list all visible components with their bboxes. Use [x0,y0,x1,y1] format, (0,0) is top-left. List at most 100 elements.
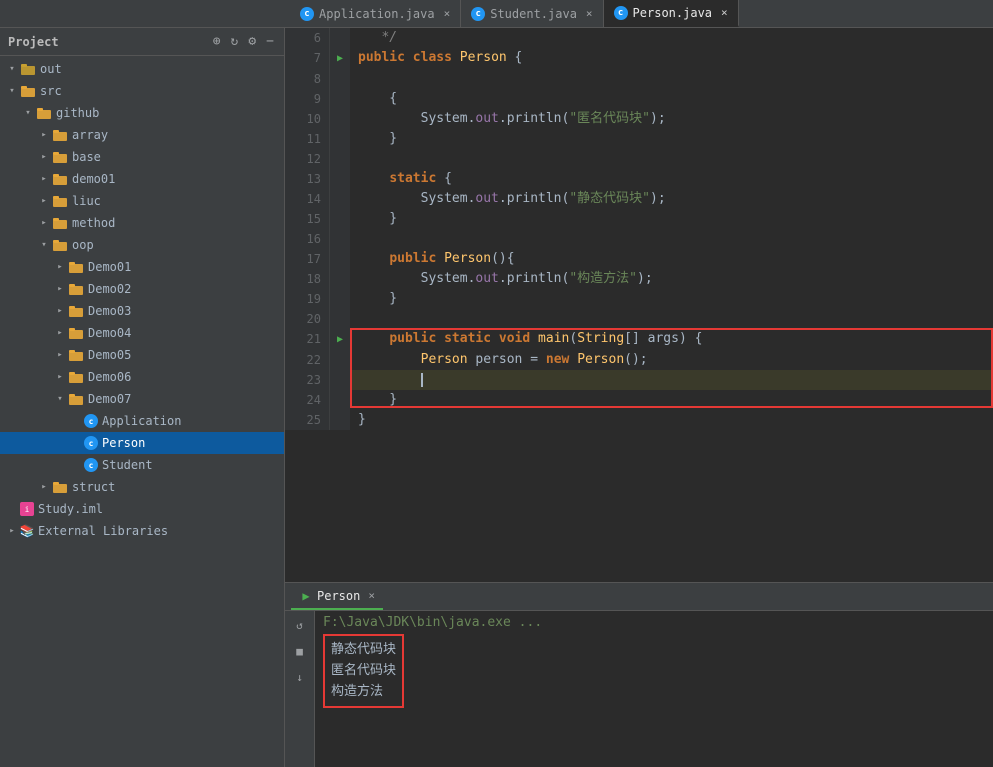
tree-item-method[interactable]: method [0,212,284,234]
text-cursor [421,373,423,387]
settings-icon[interactable]: ⚙ [246,34,258,49]
token [358,331,389,346]
code-editor[interactable]: 6 */7▶public class Person {8 9 {10 Syste… [285,28,993,582]
line-content: } [350,390,993,410]
line-number: 15 [285,209,330,229]
token: "匿名代码块" [569,111,650,126]
tree-item-student-file[interactable]: cStudent [0,454,284,476]
tree-item-github[interactable]: github [0,102,284,124]
run-gutter-arrow[interactable]: ▶ [337,53,343,64]
tree-item-demo05f[interactable]: Demo05 [0,344,284,366]
tree-item-application-file[interactable]: cApplication [0,410,284,432]
code-lines: 6 */7▶public class Person {8 9 {10 Syste… [285,28,993,430]
rerun-btn[interactable]: ↺ [290,615,310,635]
tree-item-demo01[interactable]: demo01 [0,168,284,190]
token: .println( [499,271,569,286]
line-number: 12 [285,149,330,169]
token: "构造方法" [569,271,637,286]
tree-item-array[interactable]: array [0,124,284,146]
token: public [389,251,436,266]
token [436,251,444,266]
sync-icon[interactable]: ↻ [229,34,241,49]
minus-icon[interactable]: − [264,34,276,49]
code-line-17: 17 public Person(){ [285,249,993,269]
run-gutter-arrow[interactable]: ▶ [337,334,343,345]
tree-item-label: oop [72,238,94,252]
tree-item-src[interactable]: src [0,80,284,102]
tree-arrow [36,215,52,231]
code-line-8: 8 [285,69,993,89]
line-content: Person person = new Person(); [350,350,993,370]
tree-item-label: array [72,128,108,142]
token: { [436,171,452,186]
tab-close[interactable]: × [444,7,451,20]
tree-item-demo01f[interactable]: Demo01 [0,256,284,278]
code-line-22: 22 Person person = new Person(); [285,350,993,370]
folder-icon [52,128,68,142]
tab-close[interactable]: × [586,7,593,20]
java-class-icon: c [84,436,98,450]
tree-item-demo07f[interactable]: Demo07 [0,388,284,410]
code-line-19: 19 } [285,289,993,309]
java-icon: c [614,6,628,20]
line-gutter [330,189,350,209]
tree-arrow [4,61,20,77]
line-gutter [330,370,350,390]
token: public [389,331,436,346]
line-content: } [350,209,993,229]
tree-item-demo06f[interactable]: Demo06 [0,366,284,388]
code-container: 6 */7▶public class Person {8 9 {10 Syste… [285,28,993,430]
token [569,352,577,367]
scroll-btn[interactable]: ↓ [290,667,310,687]
line-gutter [330,28,350,48]
tree-arrow [52,325,68,341]
main-area: Project ⊕ ↻ ⚙ − outsrcgithubarraybasedem… [0,28,993,767]
run-sidebar: ↺ ■ ↓ [285,611,315,767]
tree-item-ext-libs[interactable]: 📚External Libraries [0,520,284,542]
tab-close[interactable]: × [721,6,728,19]
stop-btn[interactable]: ■ [290,641,310,661]
folder-icon [68,260,84,274]
folder-icon [20,62,36,76]
run-tab[interactable]: ▶ Person × [291,583,383,610]
add-icon[interactable]: ⊕ [211,34,223,49]
token [358,372,421,387]
token: ) { [679,331,702,346]
tree-item-study-iml[interactable]: iStudy.iml [0,498,284,520]
line-content: System.out.println("静态代码块"); [350,189,993,209]
terminal-icon: ▶ [299,589,313,603]
tree-item-demo04f[interactable]: Demo04 [0,322,284,344]
tree-arrow [52,259,68,275]
token: out [475,191,498,206]
line-gutter [330,69,350,89]
line-content: public Person(){ [350,249,993,269]
folder-icon [52,238,68,252]
tab-application[interactable]: cApplication.java× [290,0,461,27]
run-tab-close[interactable]: × [368,589,375,602]
tree-item-demo02f[interactable]: Demo02 [0,278,284,300]
line-number: 24 [285,390,330,410]
line-content: } [350,129,993,149]
tree-item-oop[interactable]: oop [0,234,284,256]
line-gutter [330,309,350,329]
output-line: 构造方法 [331,682,396,703]
token: } [358,291,397,306]
tree-item-liuc[interactable]: liuc [0,190,284,212]
tree-item-struct[interactable]: struct [0,476,284,498]
folder-icon [52,172,68,186]
tree-item-demo03f[interactable]: Demo03 [0,300,284,322]
tree-item-label: struct [72,480,115,494]
sidebar-title: Project [8,35,59,49]
tree-item-out[interactable]: out [0,58,284,80]
tree-item-person-file[interactable]: c Person [0,432,284,454]
code-line-18: 18 System.out.println("构造方法"); [285,269,993,289]
tab-person[interactable]: cPerson.java× [604,0,739,27]
tree-item-label: Demo02 [88,282,131,296]
line-gutter [330,109,350,129]
line-content: } [350,289,993,309]
folder-icon [52,150,68,164]
tree-item-base[interactable]: base [0,146,284,168]
tab-student[interactable]: cStudent.java× [461,0,603,27]
tree-item-label: Person [102,436,145,450]
token [436,331,444,346]
